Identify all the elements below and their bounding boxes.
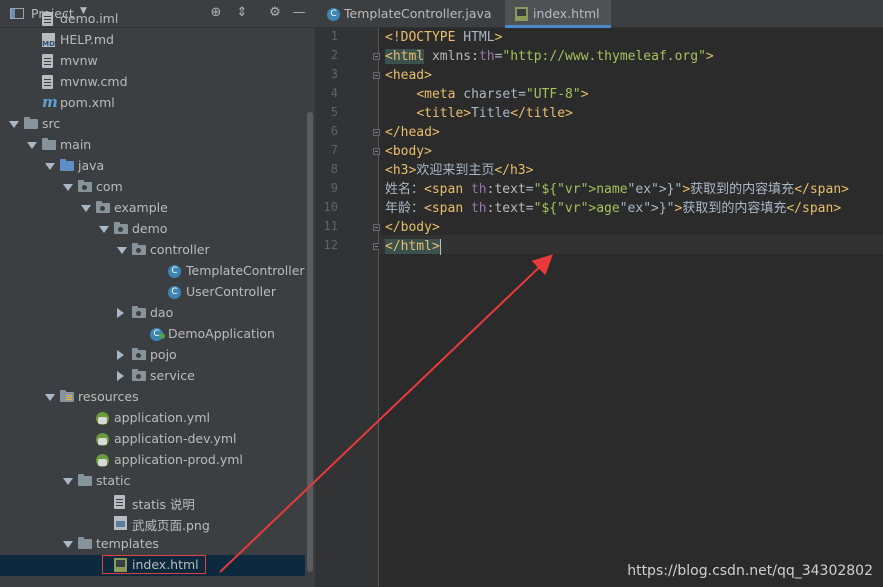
annotation-arrow-line: [219, 254, 553, 573]
annotation-arrow: [219, 254, 553, 573]
